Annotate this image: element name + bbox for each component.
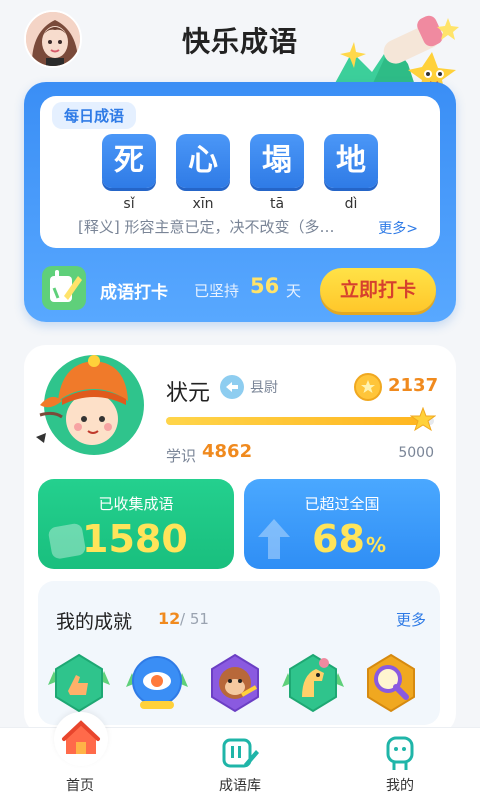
surpass-title: 已超过全国: [304, 495, 380, 513]
badge-horse-icon[interactable]: [280, 651, 346, 715]
achievements-title: 我的成就: [56, 611, 133, 633]
badge-thumbs-up-icon[interactable]: [46, 651, 112, 715]
idiom-pinyin-2: xīn: [192, 196, 214, 212]
collected-count: 1580: [82, 517, 188, 561]
checkin-days-count: 56: [250, 274, 280, 298]
profile-icon: [380, 736, 420, 772]
idiom-pinyin-3: tā: [269, 196, 285, 212]
idiom-meaning: [释义] 形容主意已定，决不改变（多…: [78, 218, 335, 236]
idiom-char-3: 塌: [250, 134, 304, 188]
achievements-count: 12: [158, 609, 181, 628]
achievements-card: 我的成就 12 / 51 更多: [38, 581, 440, 725]
tab-home[interactable]: 首页: [30, 712, 130, 800]
coin-balance: 2137: [388, 375, 439, 396]
achievements-total: / 51: [180, 610, 209, 628]
badge-magnifier-icon[interactable]: [358, 651, 424, 715]
rank-badge-icon: [220, 375, 244, 399]
arrow-up-icon: [254, 515, 294, 563]
daily-idiom-card: 每日成语 死 心 塌 地 sǐ xīn tā dì [释义] 形容主意已定，决不…: [24, 82, 456, 322]
tab-idiom-library-label: 成语库: [219, 778, 261, 794]
surpass-rank-card[interactable]: 已超过全国 68 %: [244, 479, 440, 569]
surpass-value: 68: [312, 517, 365, 561]
xp-value: 4862: [202, 441, 253, 462]
tab-mine[interactable]: 我的: [350, 728, 450, 800]
checkin-persist-text: 已坚持: [194, 282, 240, 300]
profile-card: 状元 县尉 2137 学识 4862 5000 已收集成语 1580 已超过全国…: [24, 345, 456, 735]
daily-idiom-tag: 每日成语: [52, 102, 137, 129]
checkin-button[interactable]: 立即打卡: [320, 268, 436, 312]
checkin-icon: [42, 266, 86, 310]
xp-progress-fill: [166, 417, 426, 425]
idiom-more-link[interactable]: 更多>: [378, 218, 418, 238]
idiom-pinyin-4: dì: [344, 196, 358, 212]
home-icon: [54, 712, 108, 766]
top-bar: 快乐成语: [0, 0, 480, 107]
coin-icon: [354, 373, 382, 401]
tab-idiom-library[interactable]: 成语库: [190, 728, 290, 800]
xp-progress-bar: [166, 406, 437, 432]
achievements-more-link[interactable]: 更多: [396, 609, 426, 630]
tab-mine-label: 我的: [386, 778, 414, 794]
rank-title: 状元: [166, 381, 211, 406]
checkin-row: 成语打卡 已坚持 56 天 立即打卡: [24, 264, 456, 314]
xp-max: 5000: [398, 445, 434, 461]
tab-home-label: 首页: [66, 778, 94, 794]
badge-eye-icon[interactable]: [124, 651, 190, 715]
collected-idioms-card[interactable]: 已收集成语 1580: [38, 479, 234, 569]
surpass-unit: %: [366, 533, 387, 557]
checkin-label: 成语打卡: [100, 283, 168, 303]
xp-label: 学识: [166, 447, 197, 465]
idiom-char-4: 地: [324, 134, 378, 188]
collected-title: 已收集成语: [98, 495, 174, 513]
star-icon: [409, 406, 437, 433]
character-avatar[interactable]: [32, 341, 150, 459]
daily-idiom-panel[interactable]: 每日成语 死 心 塌 地 sǐ xīn tā dì [释义] 形容主意已定，决不…: [40, 96, 440, 248]
bottom-tab-bar: 首页 成语库 我的: [0, 712, 480, 800]
checkin-days-unit: 天: [286, 282, 302, 300]
idiom-library-icon: [220, 736, 260, 772]
rank-subtitle: 县尉: [250, 380, 278, 396]
idiom-pinyin-1: sǐ: [123, 196, 135, 212]
badge-monkey-icon[interactable]: [202, 651, 268, 715]
idiom-char-2: 心: [176, 134, 230, 188]
idiom-char-1: 死: [102, 134, 156, 188]
